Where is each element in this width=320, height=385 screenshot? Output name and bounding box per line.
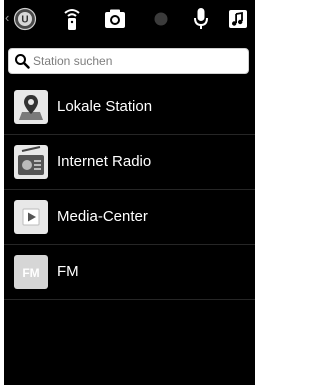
list-item-fm[interactable]: FM FM bbox=[4, 245, 255, 300]
list-item-label: Internet Radio bbox=[57, 153, 152, 170]
list-item-media-center[interactable]: Media-Center bbox=[4, 190, 255, 245]
radio-icon bbox=[14, 145, 48, 179]
play-icon bbox=[14, 200, 48, 234]
fm-icon-text: FM bbox=[22, 266, 39, 280]
station-source-list: Lokale Station Internet Radio Media-Cent… bbox=[4, 80, 255, 300]
top-toolbar: ‹ U bbox=[4, 0, 255, 38]
app-logo-letter: U bbox=[21, 15, 28, 26]
record-dot-icon[interactable] bbox=[146, 4, 176, 34]
list-item-local-station[interactable]: Lokale Station bbox=[4, 80, 255, 135]
radio-signal-icon[interactable] bbox=[57, 4, 87, 34]
app-logo-icon[interactable]: U bbox=[10, 4, 40, 34]
camera-icon[interactable] bbox=[100, 4, 130, 34]
music-note-icon[interactable] bbox=[223, 4, 253, 34]
search-input[interactable] bbox=[31, 51, 247, 71]
microphone-icon[interactable] bbox=[186, 4, 216, 34]
search-icon bbox=[14, 53, 30, 69]
location-pin-icon bbox=[14, 90, 48, 124]
list-item-internet-radio[interactable]: Internet Radio bbox=[4, 135, 255, 190]
search-bar bbox=[8, 48, 249, 74]
list-item-label: FM bbox=[57, 263, 79, 280]
back-chevron-icon[interactable]: ‹ bbox=[5, 11, 9, 24]
list-item-label: Lokale Station bbox=[57, 98, 153, 115]
list-item-label: Media-Center bbox=[57, 208, 148, 225]
app-screen: ‹ U Station suchen Lokale Station Intern… bbox=[4, 0, 255, 385]
fm-icon: FM bbox=[14, 255, 48, 289]
